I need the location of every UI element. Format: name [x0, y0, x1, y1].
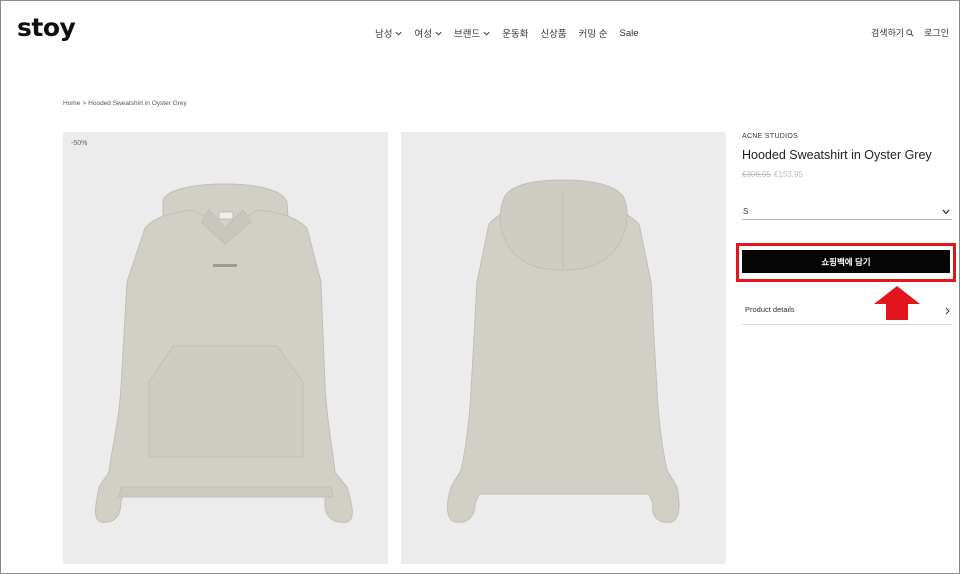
sale-price: €153,95 — [773, 170, 803, 179]
hoodie-back-image — [447, 179, 680, 523]
highlight-box: 쇼핑백에 담기 — [736, 243, 956, 282]
product-details-row[interactable]: Product details — [742, 298, 952, 325]
product-brand[interactable]: ACNE STUDIOS — [742, 133, 952, 140]
search-button[interactable]: 검색하기 — [871, 26, 914, 39]
nav-item-brands[interactable]: 브랜드 — [454, 26, 490, 40]
site-header: stoy 남성 여성 브랜드 운동화 신상품 커밍 순 Sale 검색하기 로그… — [1, 1, 959, 63]
chevron-down-icon — [942, 209, 950, 214]
nav-item-label: 신상품 — [540, 29, 567, 40]
add-to-cart-button[interactable]: 쇼핑백에 담기 — [742, 250, 950, 273]
size-select[interactable]: S — [742, 204, 952, 220]
price-block: €306,95 €153,95 — [742, 170, 952, 179]
selected-size: S — [743, 207, 749, 216]
product-image-front[interactable]: -50% — [63, 132, 388, 564]
product-title: Hooded Sweatshirt in Oyster Grey — [742, 148, 932, 162]
search-icon — [906, 28, 914, 37]
login-link[interactable]: 로그인 — [924, 26, 949, 39]
breadcrumb: Home > Hooded Sweatshirt in Oyster Grey — [63, 100, 187, 107]
product-image-back[interactable] — [401, 132, 726, 564]
hoodie-front-image — [95, 183, 353, 523]
original-price: €306,95 — [742, 170, 771, 179]
chevron-right-icon — [945, 307, 950, 315]
search-label: 검색하기 — [871, 28, 905, 38]
login-label: 로그인 — [924, 28, 949, 38]
header-utilities: 검색하기 로그인 — [871, 26, 949, 39]
nav-item-sneakers[interactable]: 운동화 — [502, 26, 528, 40]
nav-item-women[interactable]: 여성 — [414, 26, 442, 40]
nav-item-label: 남성 — [375, 29, 393, 40]
nav-item-label: 브랜드 — [453, 29, 481, 40]
breadcrumb-separator: > — [82, 100, 87, 107]
nav-item-men[interactable]: 남성 — [375, 26, 402, 40]
chevron-down-icon — [435, 31, 442, 35]
nav-item-label: Sale — [619, 27, 639, 39]
chevron-down-icon — [483, 31, 490, 35]
chevron-down-icon — [396, 31, 402, 35]
nav-item-label: 여성 — [414, 29, 432, 40]
product-info: ACNE STUDIOS Hooded Sweatshirt in Oyster… — [742, 132, 952, 220]
nav-item-coming-soon[interactable]: 커밍 순 — [579, 26, 608, 40]
discount-badge: -50% — [71, 140, 88, 147]
product-details-label: Product details — [745, 305, 795, 314]
nav-item-sale[interactable]: Sale — [620, 26, 639, 40]
main-nav: 남성 여성 브랜드 운동화 신상품 커밍 순 Sale — [375, 26, 639, 41]
nav-item-label: 운동화 — [502, 29, 529, 40]
nav-item-new-arrivals[interactable]: 신상품 — [540, 26, 566, 40]
nav-item-label: 커밍 순 — [578, 29, 608, 40]
breadcrumb-current: Hooded Sweatshirt in Oyster Grey — [88, 100, 187, 107]
site-logo[interactable]: stoy — [17, 13, 76, 42]
breadcrumb-home[interactable]: Home — [63, 100, 80, 107]
